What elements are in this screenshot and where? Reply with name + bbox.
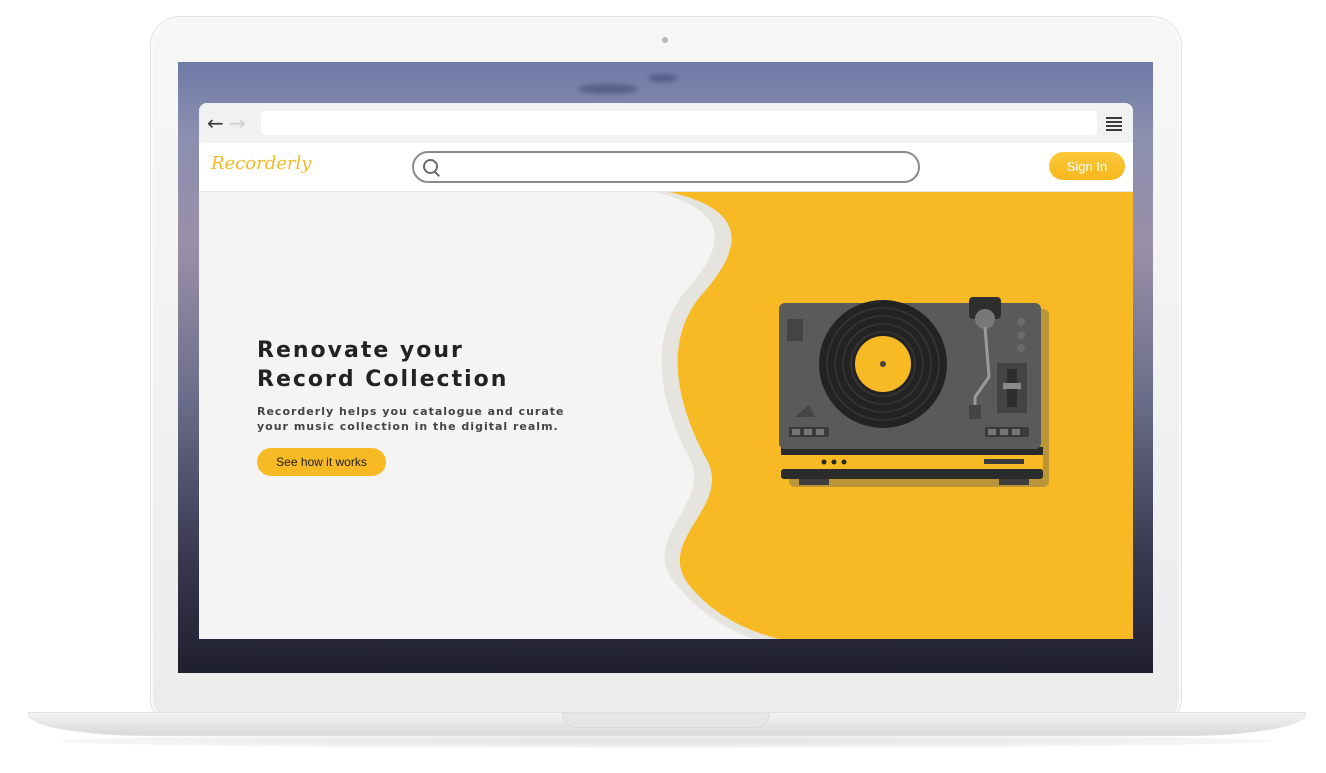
turntable-illustration [779,297,1049,487]
hamburger-menu-icon[interactable] [1106,117,1122,131]
headline-line-2: Record Collection [257,367,509,392]
tagline-line-1: Recorderly helps you catalogue and curat… [257,405,565,418]
hero-section: Renovate your Record Collection Recorder… [199,192,1133,639]
site-logo[interactable]: Recorderly [211,153,311,174]
search-icon [423,159,438,174]
hero-headline: Renovate your Record Collection [257,336,617,394]
tagline-line-2: your music collection in the digital rea… [257,420,559,433]
browser-window: ← → Recorderly Sign In Renovate your Rec… [199,103,1133,639]
browser-toolbar: ← → [199,103,1133,143]
sign-in-button[interactable]: Sign In [1049,152,1125,180]
address-bar[interactable] [261,111,1097,135]
laptop-camera [662,37,668,43]
laptop-notch [562,713,770,728]
laptop-shadow [60,734,1270,748]
search-input[interactable] [412,151,920,183]
headline-line-1: Renovate your [257,338,464,363]
see-how-it-works-button[interactable]: See how it works [257,448,386,476]
forward-arrow-icon[interactable]: → [229,113,246,133]
back-arrow-icon[interactable]: ← [207,113,224,133]
hero-tagline: Recorderly helps you catalogue and curat… [257,404,577,434]
site-header: Recorderly Sign In [199,143,1133,192]
